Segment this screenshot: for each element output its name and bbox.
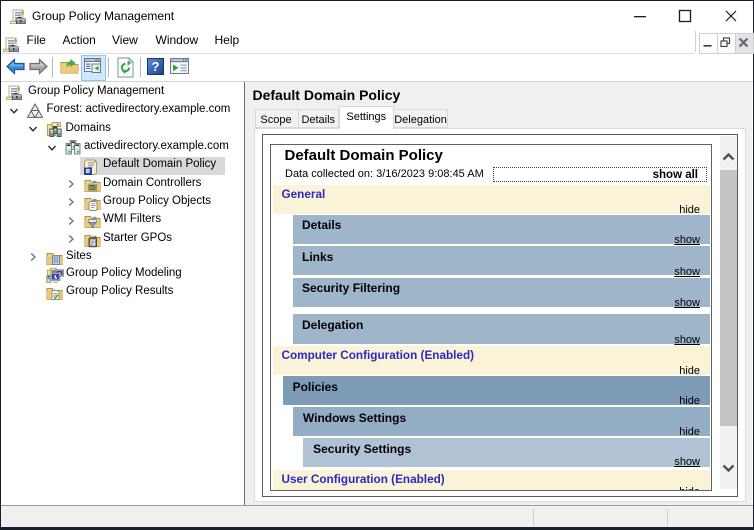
svg-text:?: ? [152, 59, 160, 74]
